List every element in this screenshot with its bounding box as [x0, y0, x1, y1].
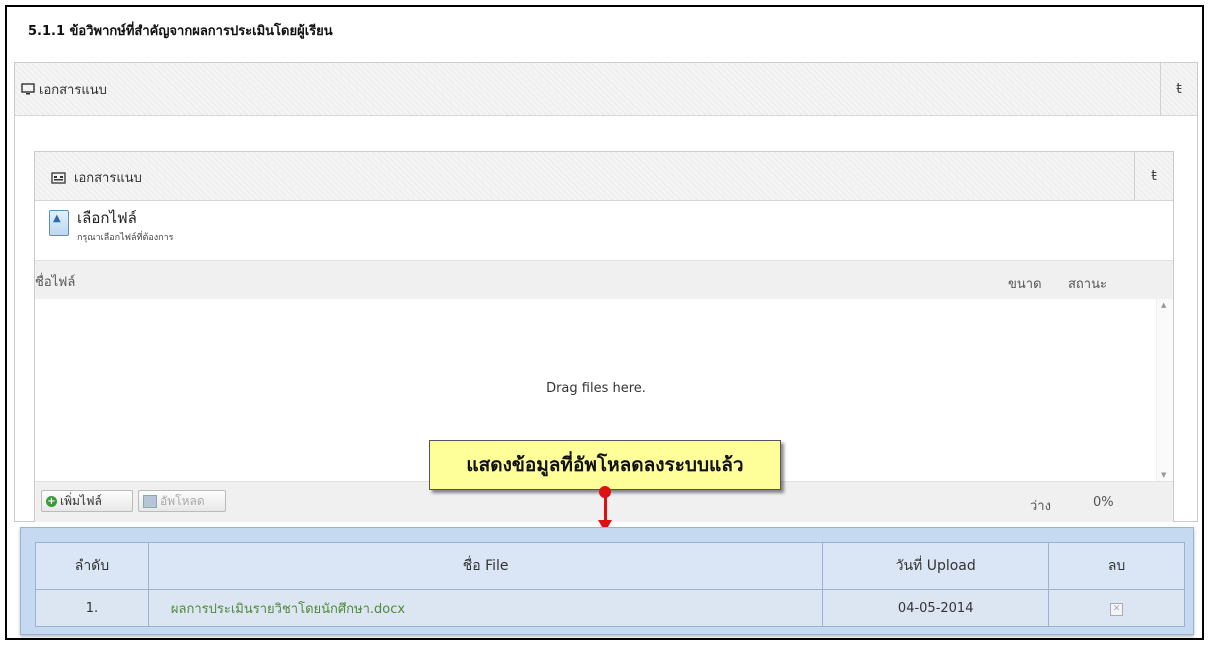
- scroll-down-icon[interactable]: ▼: [1161, 471, 1166, 479]
- delete-icon[interactable]: ✕: [1110, 603, 1124, 616]
- row-upload-date: 04-05-2014: [822, 589, 1050, 627]
- upload-button[interactable]: อัพโหลด: [138, 490, 226, 512]
- table-row: 1. ผลการประเมินรายวิชาโดยนักศึกษา.docx 0…: [35, 589, 1185, 627]
- row-delete-cell: ✕: [1048, 589, 1185, 627]
- collapse-uploader-button[interactable]: ŧ: [1134, 152, 1173, 200]
- attachments-panel-title: เอกสารแนบ: [39, 83, 107, 98]
- collapse-panel-button[interactable]: ŧ: [1160, 63, 1197, 115]
- row-file-link[interactable]: ผลการประเมินรายวิชาโดยนักศึกษา.docx: [147, 589, 824, 627]
- column-file-name: ชื่อไฟล์: [35, 275, 76, 290]
- row-order: 1.: [35, 589, 149, 627]
- file-list-header: ชื่อไฟล์ ขนาด สถานะ: [35, 260, 1173, 300]
- annotation-callout: แสดงข้อมูลที่อัพโหลดลงระบบแล้ว: [429, 440, 781, 490]
- drop-zone-scrollbar[interactable]: ▲ ▼: [1156, 299, 1173, 481]
- building-icon: [51, 172, 66, 184]
- choose-file-label: เลือกไฟล์: [77, 209, 137, 227]
- column-status: สถานะ: [1068, 277, 1107, 292]
- header-delete: ลบ: [1048, 542, 1185, 590]
- file-uploader-title: เอกสารแนบ: [74, 171, 142, 186]
- uploaded-files-box: ลำดับ ชื่อ File วันที่ Upload ลบ 1. ผลกา…: [20, 527, 1194, 635]
- header-order: ลำดับ: [35, 542, 149, 590]
- file-uploader-header: เอกสารแนบ ŧ: [35, 152, 1173, 201]
- upload-label: อัพโหลด: [160, 493, 205, 508]
- header-file-name: ชื่อ File: [147, 542, 824, 590]
- monitor-icon: [21, 83, 35, 95]
- column-size: ขนาด: [1008, 277, 1042, 292]
- upload-progress-percent: 0%: [1093, 495, 1114, 510]
- section-title: 5.1.1 ข้อวิพากษ์ที่สำคัญจากผลการประเมินโ…: [28, 24, 333, 39]
- add-file-button[interactable]: + เพิ่มไฟล์: [41, 490, 133, 512]
- upload-file-icon: [49, 210, 69, 236]
- attachments-panel-header: เอกสารแนบ ŧ: [15, 63, 1197, 116]
- scroll-up-icon[interactable]: ▲: [1161, 301, 1166, 309]
- free-space-label: ว่าง: [1030, 499, 1051, 514]
- upload-icon: [143, 494, 157, 508]
- table-header-row: ลำดับ ชื่อ File วันที่ Upload ลบ: [35, 542, 1185, 590]
- choose-file-button[interactable]: เลือกไฟล์ กรุณาเลือกไฟล์ที่ต้องการ: [49, 206, 173, 244]
- drop-message: Drag files here.: [546, 381, 646, 396]
- uploaded-files-table: ลำดับ ชื่อ File วันที่ Upload ลบ 1. ผลกา…: [35, 542, 1185, 627]
- add-file-label: เพิ่มไฟล์: [60, 493, 102, 508]
- header-upload-date: วันที่ Upload: [822, 542, 1050, 590]
- plus-icon: +: [46, 495, 57, 507]
- choose-file-hint: กรุณาเลือกไฟล์ที่ต้องการ: [77, 233, 174, 243]
